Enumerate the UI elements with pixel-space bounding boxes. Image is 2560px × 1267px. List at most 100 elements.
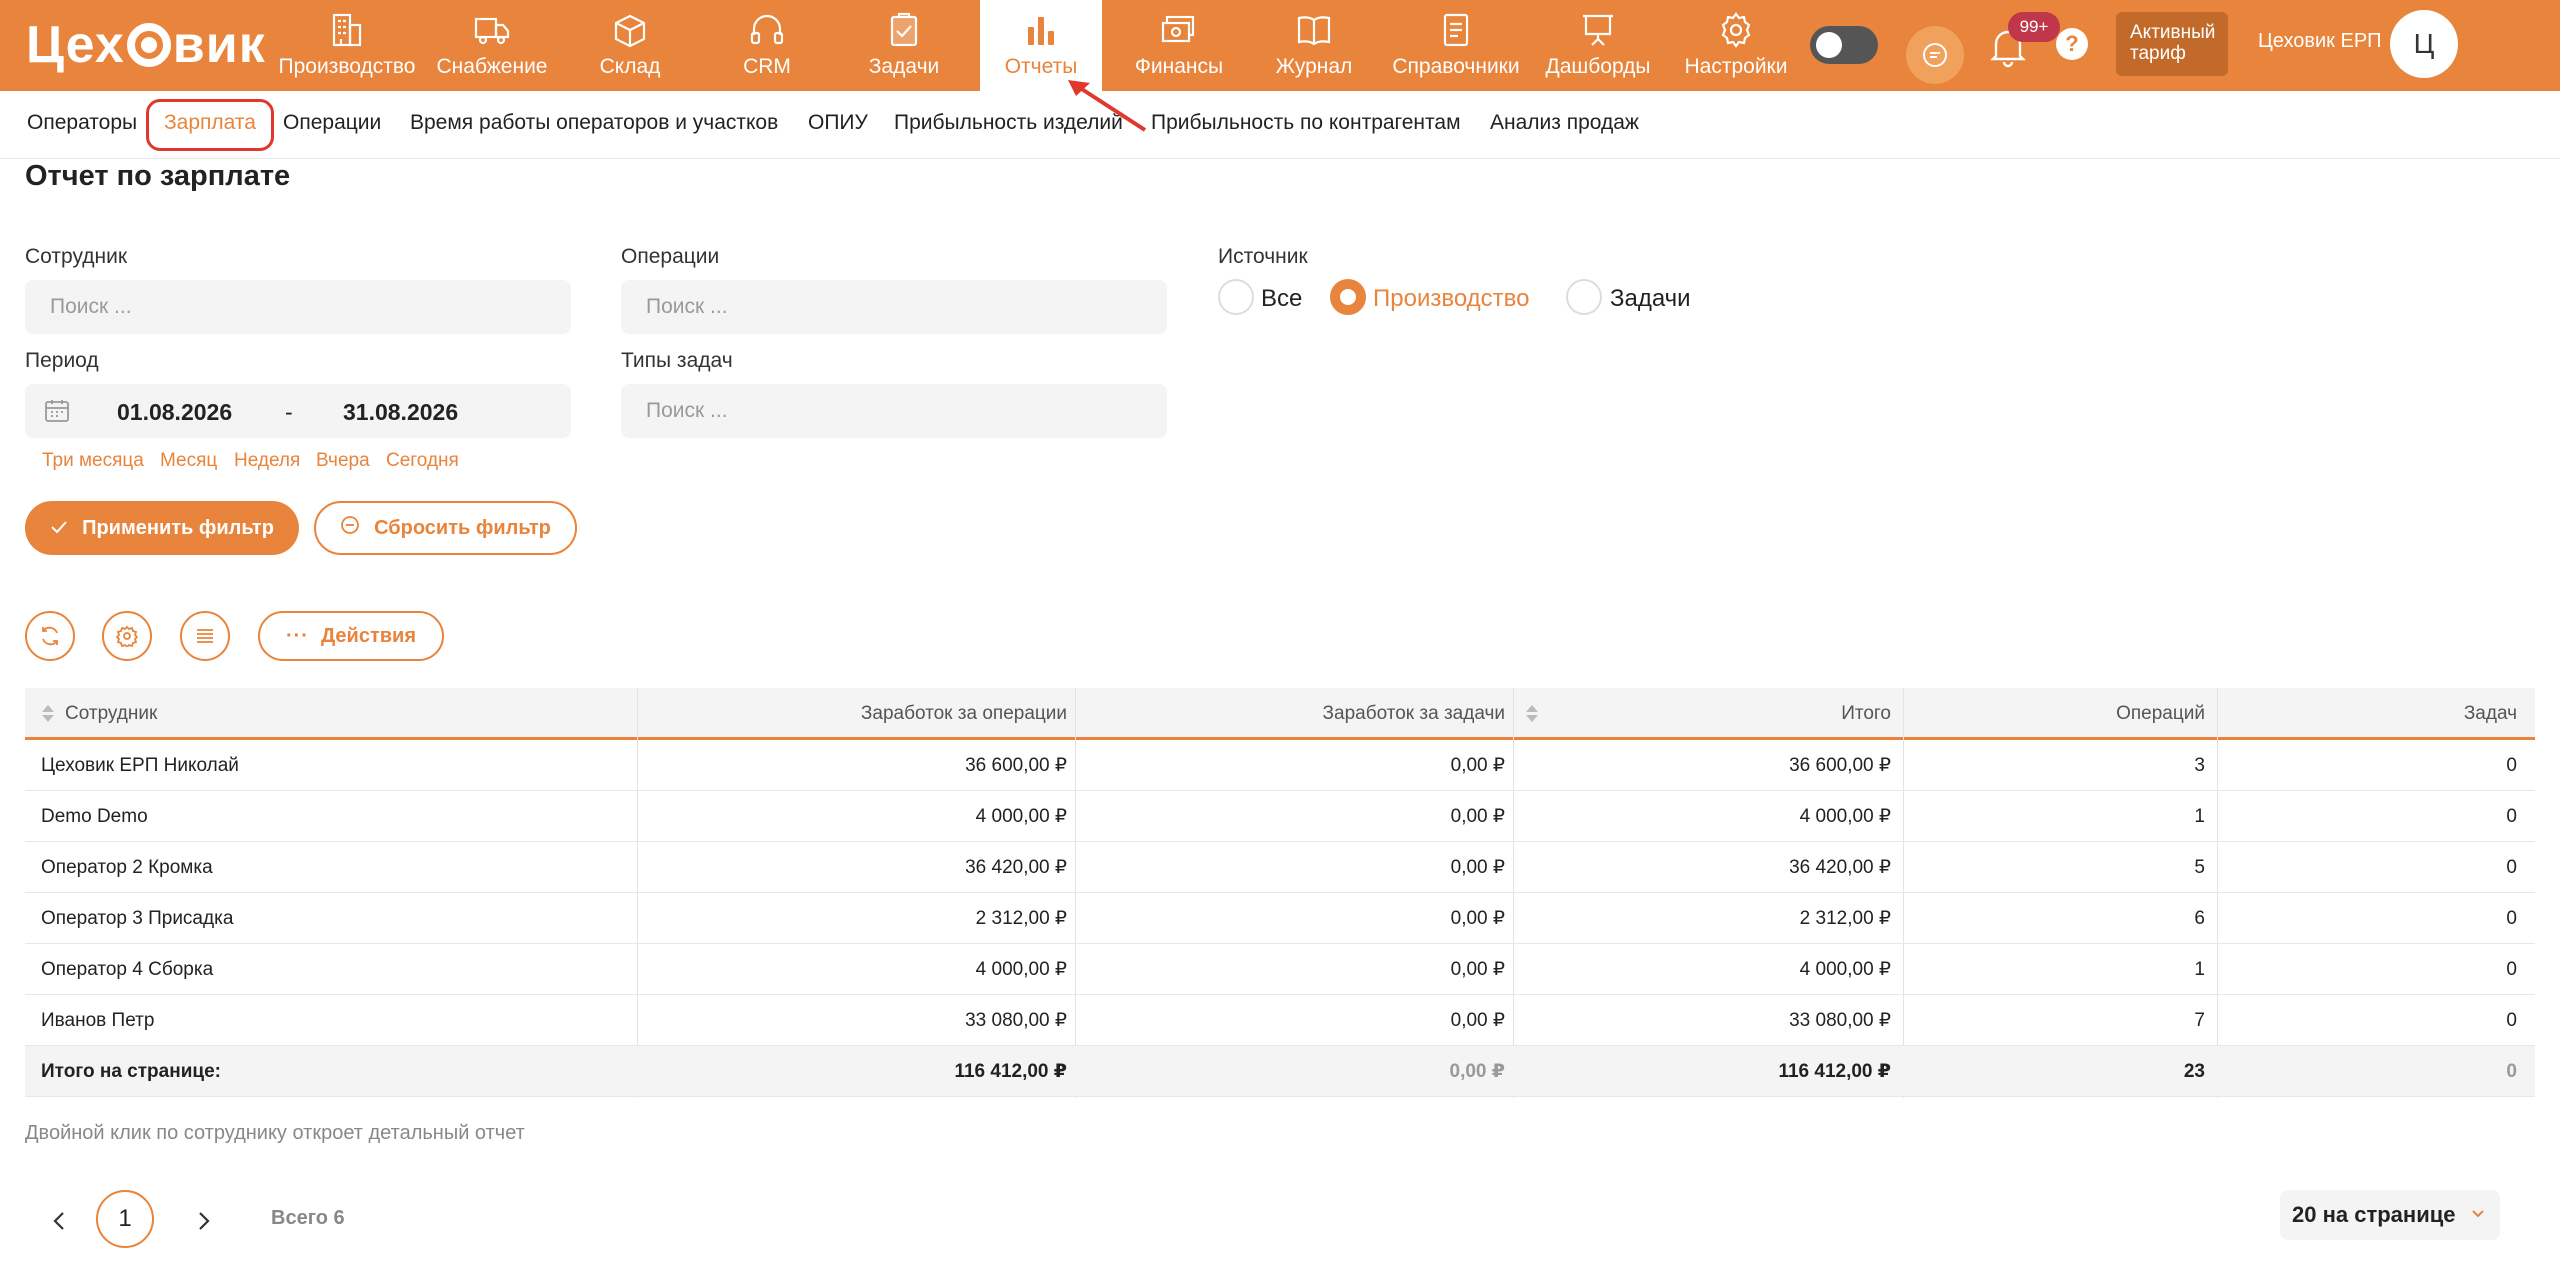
employee-search-input[interactable]: Поиск ... bbox=[25, 280, 571, 334]
total-ops-count: 23 bbox=[2183, 1060, 2205, 1082]
source-tasks-radio[interactable] bbox=[1566, 279, 1602, 315]
subtab-counterparty-profit[interactable]: Прибыльность по контрагентам bbox=[1151, 111, 1461, 135]
table-row[interactable]: Оператор 3 Присадка 2 312,00 ₽ 0,00 ₽ 2 … bbox=[25, 893, 2535, 944]
top-navbar: Цех вик Производство Снабжение Склад CRM … bbox=[0, 0, 2560, 91]
quick-three-months[interactable]: Три месяца bbox=[42, 450, 144, 472]
subtab-operations[interactable]: Операции bbox=[283, 111, 381, 135]
table-hint: Двойной клик по сотруднику откроет детал… bbox=[25, 1122, 525, 1144]
subtab-work-time[interactable]: Время работы операторов и участков bbox=[410, 111, 778, 135]
quick-week[interactable]: Неделя bbox=[234, 450, 300, 472]
box-icon bbox=[614, 14, 646, 48]
cell-ops-earnings: 4 000,00 ₽ bbox=[975, 959, 1067, 980]
presentation-icon bbox=[1583, 14, 1613, 46]
nav-production[interactable]: Производство bbox=[268, 0, 426, 91]
reset-filter-label: Сбросить фильтр bbox=[374, 516, 551, 539]
quick-yesterday[interactable]: Вчера bbox=[316, 450, 370, 472]
chat-button[interactable] bbox=[1906, 26, 1964, 84]
help-icon[interactable]: ? bbox=[2056, 28, 2088, 60]
refresh-button[interactable] bbox=[25, 611, 75, 661]
cell-tasks-count: 0 bbox=[2506, 805, 2517, 827]
actions-button[interactable]: ··· Действия bbox=[258, 611, 444, 661]
table-row[interactable]: Цеховик ЕРП Николай 36 600,00 ₽ 0,00 ₽ 3… bbox=[25, 740, 2535, 791]
report-subtabs: Операторы Зарплата Операции Время работы… bbox=[0, 91, 2560, 159]
next-page-button[interactable] bbox=[189, 1206, 219, 1236]
nav-crm[interactable]: CRM bbox=[710, 0, 824, 91]
sort-icon[interactable] bbox=[41, 705, 55, 723]
cell-ops-earnings: 36 600,00 ₽ bbox=[965, 755, 1067, 776]
col-employee[interactable]: Сотрудник bbox=[41, 688, 157, 740]
app-logo[interactable]: Цех вик bbox=[26, 16, 266, 74]
col-task-earnings: Заработок за задачи bbox=[1322, 703, 1505, 724]
nav-finance-label: Финансы bbox=[1134, 55, 1224, 78]
quick-month[interactable]: Месяц bbox=[160, 450, 217, 472]
date-to[interactable]: 31.08.2026 bbox=[343, 399, 458, 426]
per-page-label: 20 на странице bbox=[2292, 1202, 2456, 1227]
source-production-label[interactable]: Производство bbox=[1373, 285, 1529, 313]
cell-employee: Оператор 3 Присадка bbox=[41, 907, 234, 929]
table-row[interactable]: Demo Demo 4 000,00 ₽ 0,00 ₽ 4 000,00 ₽ 1… bbox=[25, 791, 2535, 842]
per-page-select[interactable]: 20 на странице bbox=[2280, 1190, 2500, 1240]
minus-circle-icon bbox=[340, 515, 360, 541]
source-all-radio[interactable] bbox=[1218, 279, 1254, 315]
reset-filter-button[interactable]: Сбросить фильтр bbox=[314, 501, 577, 555]
task-types-search-input[interactable]: Поиск ... bbox=[621, 384, 1167, 438]
gear-icon bbox=[116, 625, 138, 647]
subtab-opiu[interactable]: ОПИУ bbox=[808, 111, 868, 135]
theme-toggle[interactable] bbox=[1810, 26, 1878, 64]
nav-journal[interactable]: Журнал bbox=[1262, 0, 1366, 91]
nav-warehouse-label: Склад bbox=[599, 55, 661, 78]
cell-task-earnings: 0,00 ₽ bbox=[1450, 908, 1505, 929]
page-1-button[interactable]: 1 bbox=[96, 1190, 154, 1248]
date-separator: - bbox=[285, 399, 293, 425]
cell-employee: Оператор 2 Кромка bbox=[41, 856, 213, 878]
nav-journal-label: Журнал bbox=[1275, 55, 1353, 78]
company-name[interactable]: Цеховик ЕРП bbox=[2258, 30, 2382, 53]
cell-task-earnings: 0,00 ₽ bbox=[1450, 959, 1505, 980]
table-row[interactable]: Оператор 4 Сборка 4 000,00 ₽ 0,00 ₽ 4 00… bbox=[25, 944, 2535, 995]
avatar[interactable]: Ц bbox=[2390, 10, 2458, 78]
nav-tasks[interactable]: Задачи bbox=[850, 0, 958, 91]
cell-ops-count: 3 bbox=[2194, 754, 2205, 776]
quick-today[interactable]: Сегодня bbox=[386, 450, 459, 472]
cell-task-earnings: 0,00 ₽ bbox=[1450, 755, 1505, 776]
source-all-label[interactable]: Все bbox=[1261, 285, 1302, 313]
table-row[interactable]: Оператор 2 Кромка 36 420,00 ₽ 0,00 ₽ 36 … bbox=[25, 842, 2535, 893]
source-tasks-label[interactable]: Задачи bbox=[1610, 285, 1691, 313]
apply-filter-button[interactable]: Применить фильтр bbox=[25, 501, 299, 555]
sort-icon[interactable] bbox=[1525, 705, 1539, 723]
logo-gear-icon bbox=[126, 23, 171, 67]
source-production-radio[interactable] bbox=[1330, 279, 1366, 315]
tariff-button[interactable]: Активный тариф bbox=[2116, 12, 2228, 76]
nav-settings-label: Настройки bbox=[1684, 55, 1788, 78]
col-total: Итого bbox=[1841, 703, 1891, 724]
cell-total: 36 420,00 ₽ bbox=[1789, 857, 1891, 878]
nav-warehouse[interactable]: Склад bbox=[578, 0, 682, 91]
refresh-icon bbox=[42, 626, 58, 646]
source-label: Источник bbox=[1218, 245, 1308, 268]
date-from[interactable]: 01.08.2026 bbox=[117, 399, 232, 426]
cell-ops-count: 1 bbox=[2194, 958, 2205, 980]
cell-tasks-count: 0 bbox=[2506, 958, 2517, 980]
table-row[interactable]: Иванов Петр 33 080,00 ₽ 0,00 ₽ 33 080,00… bbox=[25, 995, 2535, 1046]
subtab-sales-analysis[interactable]: Анализ продаж bbox=[1490, 111, 1639, 135]
nav-settings[interactable]: Настройки bbox=[1676, 0, 1796, 91]
operations-search-input[interactable]: Поиск ... bbox=[621, 280, 1167, 334]
clipboard-check-icon bbox=[890, 12, 918, 47]
table-settings-button[interactable] bbox=[102, 611, 152, 661]
headset-icon bbox=[750, 14, 784, 45]
prev-page-button[interactable] bbox=[44, 1206, 74, 1236]
subtab-operators[interactable]: Операторы bbox=[27, 111, 137, 135]
nav-reports-label: Отчеты bbox=[1004, 55, 1078, 78]
nav-dashboards-label: Дашборды bbox=[1545, 55, 1651, 78]
period-date-range[interactable]: 01.08.2026 - 31.08.2026 bbox=[25, 384, 571, 438]
total-count: Всего 6 bbox=[271, 1207, 345, 1229]
col-ops-earnings: Заработок за операции bbox=[860, 703, 1067, 724]
col-total-sort[interactable] bbox=[1525, 688, 1549, 740]
cell-total: 4 000,00 ₽ bbox=[1799, 806, 1891, 827]
nav-directories[interactable]: Справочники bbox=[1386, 0, 1526, 91]
chevron-left-icon bbox=[53, 1212, 64, 1230]
nav-dashboards[interactable]: Дашборды bbox=[1538, 0, 1658, 91]
columns-button[interactable] bbox=[180, 611, 230, 661]
period-label: Период bbox=[25, 349, 99, 372]
nav-supply[interactable]: Снабжение bbox=[430, 0, 554, 91]
